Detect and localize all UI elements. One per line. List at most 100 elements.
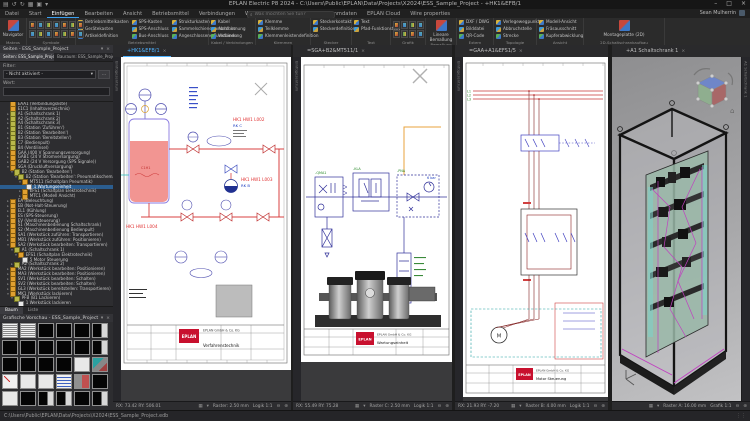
ribbon-item-navigator[interactable]: Navigator — [2, 19, 24, 37]
page-thumbnail[interactable] — [20, 391, 36, 406]
maximize-button[interactable]: □ — [726, 0, 732, 8]
page-thumbnail[interactable] — [20, 340, 36, 355]
ribbon-item-steckerdefinition[interactable]: Steckerdefinition — [313, 26, 355, 32]
filter-dropdown[interactable]: - Nicht aktiviert - ▾ — [3, 70, 96, 79]
symbol-icon[interactable] — [61, 30, 68, 38]
home-icon[interactable]: ⌂ — [730, 107, 734, 115]
symbol-icon[interactable] — [393, 21, 400, 29]
symbol-icon[interactable] — [401, 30, 408, 38]
electrical-drawing-canvas[interactable]: L1 L2 L3 — [463, 57, 608, 402]
ribbon-item-montageplatte-2d-[interactable]: Montageplatte (2D) — [586, 19, 662, 37]
symbol-icon[interactable] — [69, 21, 76, 29]
symbol-icon[interactable] — [61, 21, 68, 29]
grid-icon[interactable]: ▾ — [657, 404, 659, 409]
layout-space-strip[interactable]: A1 Schaltschrank 1 — [741, 57, 750, 402]
page-thumbnail[interactable] — [56, 374, 72, 389]
page-thumbnail[interactable] — [38, 374, 54, 389]
tab-seiten[interactable]: Seiten: ESS_Sample_Project — [0, 53, 54, 61]
panel-close-icon[interactable]: × — [106, 316, 110, 321]
ribbon-tab-start[interactable]: Start — [24, 10, 47, 18]
ribbon-item-fr-sausschnitt[interactable]: Fräsausschnitt — [539, 26, 583, 32]
ribbon-item-verbindung[interactable]: Verbindung — [211, 33, 246, 39]
document-tab[interactable]: +HK1&EFB/1× — [123, 46, 171, 57]
ribbon-item-betriebsmittelkasten[interactable]: Betriebsmittelkasten — [78, 19, 129, 25]
ribbon-item-ger-tekasten[interactable]: Gerätekasten — [78, 26, 129, 32]
ribbon-item-klemme[interactable]: Klemme — [258, 19, 319, 25]
ribbon-item-bus-anschluss[interactable]: Bus-Anschluss — [132, 33, 169, 39]
symbol-icon[interactable] — [409, 30, 416, 38]
tab-close-icon[interactable]: × — [361, 47, 365, 56]
ribbon-item-teilklemme[interactable]: Teilklemme — [258, 26, 319, 32]
panel-close-icon[interactable]: × — [106, 47, 110, 52]
symbol-icon[interactable] — [393, 30, 400, 38]
symbol-icon[interactable] — [53, 21, 60, 29]
page-thumbnail[interactable] — [92, 374, 108, 389]
ribbon-item-kupferabwicklung[interactable]: Kupferabwicklung — [539, 33, 583, 39]
ribbon-item-klemmenleistendefinition[interactable]: Klemmenleistendefinition — [258, 33, 319, 39]
zoom-out-icon[interactable]: ⊖ — [593, 404, 597, 409]
ribbon-item-lineare-bema-ung[interactable]: Lineare Bemaßung — [428, 19, 454, 42]
close-button[interactable]: × — [741, 0, 746, 8]
pin-icon[interactable]: ▾ — [101, 316, 103, 321]
ribbon-item-sps-kasten[interactable]: SPS-Kasten — [132, 19, 169, 25]
page-thumbnail[interactable] — [2, 374, 18, 389]
page-thumbnail[interactable] — [74, 340, 90, 355]
tab-bauraum[interactable]: Bauraum: ESS_Sample_Project — [54, 53, 113, 61]
ribbon-item-kabel[interactable]: Kabel — [211, 19, 246, 25]
page-thumbnail[interactable] — [38, 357, 54, 372]
ribbon-tab-betriebsmittel[interactable]: Betriebsmittel — [147, 10, 194, 18]
page-thumbnail[interactable] — [74, 391, 90, 406]
minimize-button[interactable]: – — [714, 0, 717, 8]
page-thumbnail[interactable] — [56, 391, 72, 406]
zoom-in-icon[interactable]: ⊕ — [601, 404, 605, 409]
page-thumbnail[interactable] — [56, 340, 72, 355]
page-thumbnail[interactable] — [38, 340, 54, 355]
symbol-icon[interactable] — [417, 30, 424, 38]
symbol-icon[interactable] — [77, 30, 84, 38]
page-thumbnail[interactable] — [74, 323, 90, 338]
document-tab[interactable]: =GAA+A1&EFS1/5× — [465, 46, 527, 57]
document-tab[interactable]: +A1 Schaltschrank 1× — [622, 46, 689, 57]
symbol-icon[interactable] — [29, 30, 36, 38]
page-thumbnail[interactable] — [56, 357, 72, 372]
ribbon-tab-datei[interactable]: Datei — [0, 10, 24, 18]
ribbon-item-qr-code[interactable]: QR-Code — [459, 33, 489, 39]
grid-icon[interactable]: ▾ — [519, 404, 521, 409]
search-input[interactable] — [253, 12, 333, 17]
snap-icon[interactable]: ▦ — [198, 404, 202, 409]
document-tab[interactable]: =SGA+B2&MT511/1× — [303, 46, 369, 57]
grid-icon[interactable]: ▾ — [207, 404, 209, 409]
tab-close-icon[interactable]: × — [163, 47, 167, 56]
symbol-icon[interactable] — [45, 21, 52, 29]
symbol-icon[interactable] — [45, 30, 52, 38]
symbol-icon[interactable] — [37, 21, 44, 29]
ribbon-item-strecke[interactable]: Strecke — [496, 33, 540, 39]
page-thumbnail[interactable] — [56, 323, 72, 338]
pin-icon[interactable]: ▾ — [101, 47, 103, 52]
zoom-out-icon[interactable]: ⊖ — [437, 404, 441, 409]
symbol-icon[interactable] — [409, 21, 416, 29]
symbol-icon[interactable] — [401, 21, 408, 29]
tab-close-icon[interactable]: × — [519, 47, 523, 56]
snap-icon[interactable]: ▦ — [511, 404, 515, 409]
symbol-icon[interactable] — [417, 21, 424, 29]
page-thumbnail[interactable] — [38, 323, 54, 338]
symbol-icon[interactable] — [37, 30, 44, 38]
page-thumbnail[interactable] — [2, 357, 18, 372]
page-thumbnail[interactable] — [2, 323, 18, 338]
snap-icon[interactable]: ▦ — [355, 404, 359, 409]
ribbon-tab-wire-properties[interactable]: Wire properties — [405, 10, 455, 18]
user-account[interactable]: Sean Mulherrin — [700, 10, 745, 16]
ribbon-tab-einf-gen[interactable]: Einfügen — [47, 10, 80, 18]
ribbon-item-artikeldefinition[interactable]: Artikeldefinition — [78, 33, 129, 39]
ribbon-tab-bearbeiten[interactable]: Bearbeiten — [79, 10, 118, 18]
page-thumbnail[interactable] — [92, 357, 108, 372]
symbol-icon[interactable] — [69, 30, 76, 38]
ribbon-tab-verbindungen[interactable]: Verbindungen — [194, 10, 240, 18]
symbol-icon[interactable] — [77, 21, 84, 29]
ribbon-item-verlegewegpunkt[interactable]: Verlegewegpunkt — [496, 19, 540, 25]
zoom-in-icon[interactable]: ⊕ — [445, 404, 449, 409]
value-input[interactable] — [3, 87, 110, 96]
grid-icon[interactable]: ▾ — [363, 404, 365, 409]
symbol-icon[interactable] — [29, 21, 36, 29]
